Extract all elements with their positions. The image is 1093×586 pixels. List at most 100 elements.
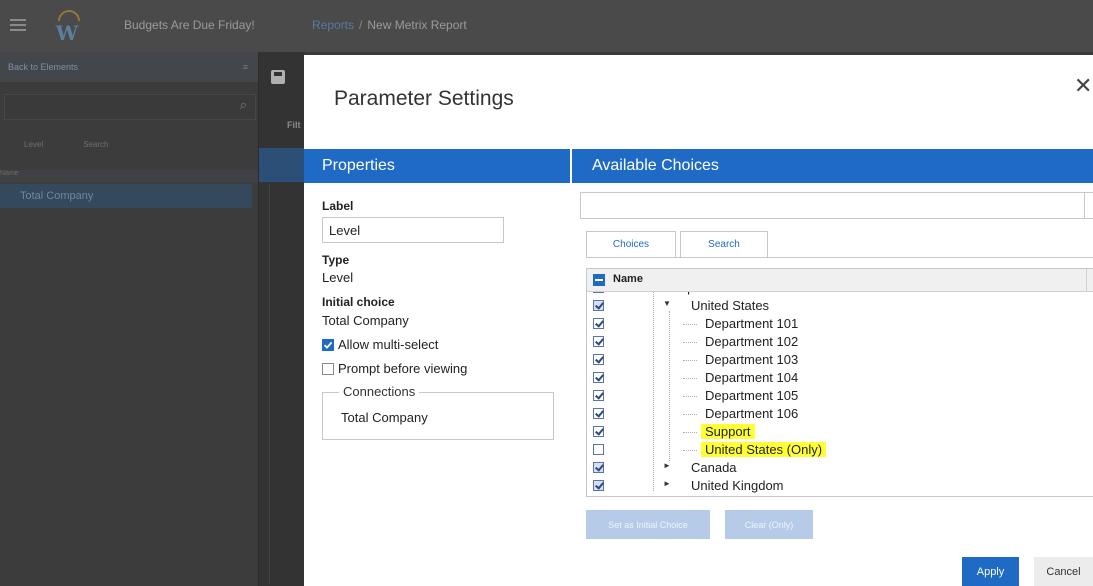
column-separator [1086,269,1087,291]
allow-multi-select-checkbox[interactable]: Allow multi-select [322,337,438,352]
top-bar: W Budgets Are Due Friday! Reports / New Me… [0,0,1093,52]
breadcrumb-separator: / [359,18,363,32]
tree-connector [683,378,697,379]
tree-row-checkbox[interactable] [593,462,604,473]
tree-row[interactable]: Department 105 [587,387,1093,405]
search-divider [1084,193,1085,218]
tree-row-checkbox[interactable] [593,336,604,347]
choices-search-input[interactable] [580,192,1093,219]
tree-row-label: Department 106 [705,406,799,421]
filter-label: Filt [287,120,301,130]
tree-row-checkbox[interactable] [593,408,604,419]
connections-legend: Connections [339,384,420,399]
tree-row-checkbox[interactable] [593,372,604,383]
close-icon[interactable]: ✕ [1074,75,1092,97]
tree-row-label: United Kingdom [691,478,784,493]
tab-search[interactable]: Search [680,231,768,257]
tree-connector [683,324,697,325]
tree-connector [683,342,697,343]
tree-connector [683,414,697,415]
tree-row-checkbox[interactable] [593,444,604,455]
tree-row-label: Support [701,424,755,439]
tree-row-checkbox[interactable] [593,480,604,491]
parameter-settings-dialog: Parameter Settings ✕ Properties Label Ty… [304,55,1093,586]
breadcrumb-current: New Metrix Report [367,18,467,32]
elements-search-input[interactable]: ⌕ [4,94,256,120]
save-icon[interactable] [271,70,285,84]
divider [269,184,270,584]
prompt-before-viewing-label: Prompt before viewing [338,361,468,376]
breadcrumb-reports[interactable]: Reports [312,18,354,32]
label-input[interactable] [322,217,504,243]
tree-connector [683,432,697,433]
elements-panel: Back to Elements ≡ ⌕ Level Search Name To… [0,52,259,586]
initial-choice-value: Total Company [322,313,409,328]
tree-row-label: Department 102 [705,334,799,349]
prompt-before-viewing-checkbox[interactable]: Prompt before viewing [322,361,467,376]
properties-header: Properties [304,149,570,183]
tree-rows: Operations▼United StatesDepartment 101De… [587,279,1093,495]
type-value: Level [322,270,354,285]
tree-row-label: United States [691,298,770,313]
tree-row[interactable]: ► United Kingdom [587,477,1093,495]
tree-row[interactable]: ► Canada [587,459,1093,477]
elements-column-header: Name [0,170,258,182]
apply-button[interactable]: Apply [962,557,1019,586]
tree-header: Name [587,269,1093,292]
workday-logo[interactable]: W [52,10,82,45]
tree-row[interactable]: Department 106 [587,405,1093,423]
dialog-title: Parameter Settings [334,87,514,110]
menu-icon[interactable]: ≡ [243,52,248,82]
tree-row[interactable]: Department 104 [587,369,1093,387]
tabs-divider [586,257,1093,258]
search-icon: ⌕ [239,97,247,112]
name-column-header: Name [613,273,643,285]
breadcrumb: Reports / New Metrix Report [312,18,467,32]
highlighted-label: United States (Only) [701,442,827,457]
expand-triangle-icon[interactable]: ► [663,479,671,488]
clear-only-button[interactable]: Clear (Only) [725,510,813,539]
tree-row-checkbox[interactable] [593,426,604,437]
tree-row-label: Department 105 [705,388,799,403]
editor-strip: Filt [259,52,305,586]
tab-search[interactable]: Search [83,140,108,149]
tree-connector [683,450,697,451]
set-as-initial-choice-button[interactable]: Set as Initial Choice [586,510,710,539]
tree-connector [683,360,697,361]
connections-value: Total Company [341,410,428,425]
checkbox-unchecked-icon[interactable] [322,362,334,375]
elements-item-total-company[interactable]: Total Company [0,184,252,208]
elements-tabs: Level Search [24,140,148,149]
tab-choices[interactable]: Choices [586,231,676,257]
hamburger-menu-icon[interactable] [10,16,26,32]
tree-row[interactable]: Support [587,423,1093,441]
checkbox-checked-icon[interactable] [322,338,334,351]
strip-header [259,148,305,182]
tree-row[interactable]: United States (Only) [587,441,1093,459]
tree-row-checkbox[interactable] [593,390,604,401]
tree-row-checkbox[interactable] [593,300,604,311]
cancel-button[interactable]: Cancel [1034,557,1093,586]
choices-tree: Name Operations▼United StatesDepartment … [586,268,1093,497]
select-all-checkbox[interactable] [593,274,605,286]
tree-row[interactable]: Department 103 [587,351,1093,369]
label-caption: Label [322,199,354,213]
tree-row-checkbox[interactable] [593,354,604,365]
tree-row-label: United States (Only) [701,442,827,457]
expand-triangle-icon[interactable]: ► [663,461,671,470]
tree-row[interactable]: ▼ United States [587,297,1093,315]
highlighted-label: Support [701,424,755,439]
tree-row-label: Department 104 [705,370,799,385]
tree-row-checkbox[interactable] [593,318,604,329]
back-to-elements-link[interactable]: Back to Elements [8,62,78,72]
initial-choice-caption: Initial choice [322,295,395,309]
tree-row[interactable]: Department 102 [587,333,1093,351]
tree-row[interactable]: Department 101 [587,315,1093,333]
tree-row-label: Department 101 [705,316,799,331]
tab-level[interactable]: Level [24,140,43,149]
connections-group: Connections Total Company [322,384,554,440]
type-caption: Type [322,253,350,267]
collapse-triangle-icon[interactable]: ▼ [663,299,671,308]
tree-row-label: Department 103 [705,352,799,367]
app-title: Budgets Are Due Friday! [124,18,255,32]
